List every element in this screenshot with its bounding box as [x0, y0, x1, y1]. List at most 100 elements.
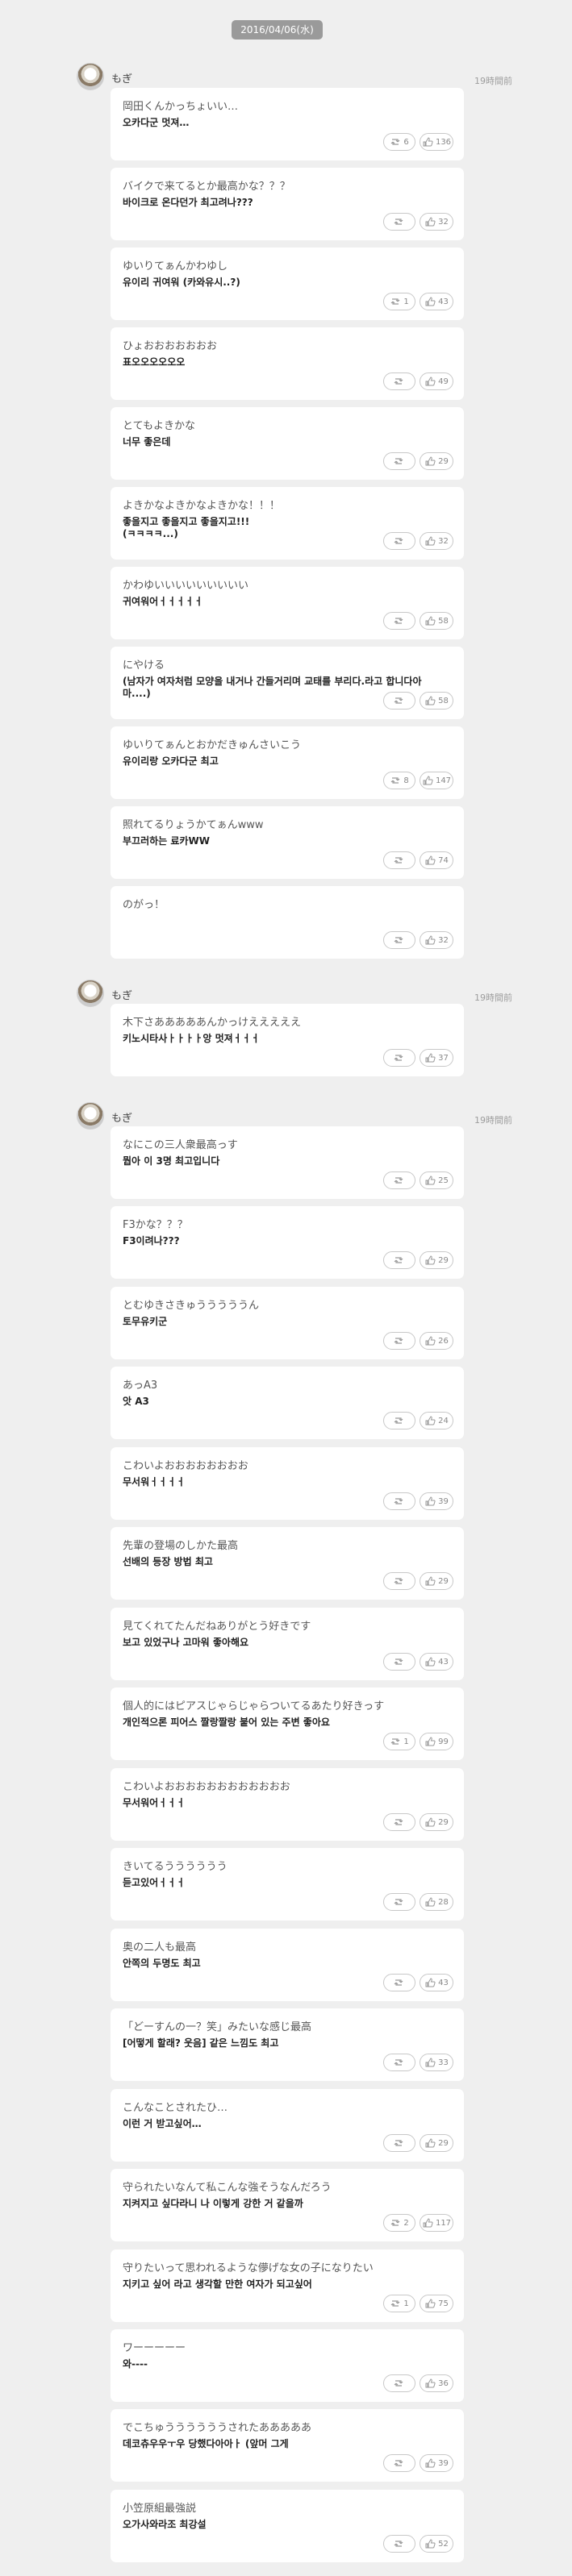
retweet-button[interactable] — [383, 2134, 415, 2152]
retweet-icon — [393, 1657, 404, 1667]
like-button[interactable]: 99 — [420, 1733, 453, 1750]
user-name[interactable]: もぎ — [111, 987, 132, 1002]
retweet-button[interactable] — [383, 931, 415, 949]
retweet-button[interactable] — [383, 612, 415, 630]
like-button[interactable]: 39 — [420, 2454, 453, 2472]
retweet-button[interactable] — [383, 2054, 415, 2071]
post-japanese-text: のがっ！ — [123, 899, 165, 911]
post-card: 照れてるりょうかてぁんwww 부끄러하는 료카WW 74 — [111, 806, 464, 879]
retweet-button[interactable]: 1 — [383, 293, 415, 310]
post-japanese-text: かわゆいいいいいいいいい — [123, 580, 249, 592]
like-icon — [424, 1416, 436, 1425]
retweet-button[interactable] — [383, 1332, 415, 1350]
like-button[interactable]: 36 — [420, 2374, 453, 2392]
user-name[interactable]: もぎ — [111, 70, 132, 85]
retweet-button[interactable] — [383, 2454, 415, 2472]
like-button[interactable]: 29 — [420, 1572, 453, 1590]
like-button[interactable]: 43 — [420, 1653, 453, 1671]
post-japanese-text: とむゆきさきゅうううううん — [123, 1300, 260, 1312]
like-button[interactable]: 28 — [420, 1893, 453, 1911]
retweet-count: 1 — [403, 2299, 409, 2308]
like-button[interactable]: 29 — [420, 1813, 453, 1831]
retweet-button[interactable] — [383, 532, 415, 550]
retweet-button[interactable]: 1 — [383, 2295, 415, 2312]
like-button[interactable]: 32 — [420, 532, 453, 550]
like-button[interactable]: 43 — [420, 293, 453, 310]
like-button[interactable]: 58 — [420, 612, 453, 630]
like-icon — [424, 456, 436, 466]
like-button[interactable]: 52 — [420, 2535, 453, 2553]
user-header: もぎ 19時間前 — [77, 63, 512, 90]
like-icon — [424, 1496, 436, 1506]
like-button[interactable]: 43 — [420, 1974, 453, 1991]
retweet-button[interactable] — [383, 1251, 415, 1269]
like-button[interactable]: 75 — [420, 2295, 453, 2312]
like-button[interactable]: 33 — [420, 2054, 453, 2071]
retweet-button[interactable]: 1 — [383, 1733, 415, 1750]
date-badge: 2016/04/06(水) — [232, 20, 323, 40]
like-button[interactable]: 29 — [420, 1251, 453, 1269]
retweet-button[interactable] — [383, 1492, 415, 1510]
retweet-button[interactable] — [383, 851, 415, 869]
retweet-button[interactable] — [383, 1974, 415, 1991]
retweet-button[interactable] — [383, 692, 415, 710]
retweet-icon — [393, 1817, 404, 1827]
like-count: 147 — [435, 776, 452, 785]
retweet-button[interactable]: 8 — [383, 772, 415, 789]
like-button[interactable]: 136 — [420, 133, 453, 151]
retweet-icon — [393, 696, 404, 705]
like-button[interactable]: 24 — [420, 1412, 453, 1429]
like-count: 36 — [438, 2378, 449, 2388]
retweet-icon — [393, 2539, 404, 2549]
like-icon — [424, 696, 436, 705]
like-button[interactable]: 32 — [420, 931, 453, 949]
retweet-button[interactable] — [383, 2535, 415, 2553]
like-button[interactable]: 117 — [420, 2214, 453, 2232]
like-count: 29 — [438, 456, 449, 466]
retweet-button[interactable]: 2 — [383, 2214, 415, 2232]
retweet-button[interactable]: 6 — [383, 133, 415, 151]
like-count: 26 — [438, 1336, 449, 1346]
retweet-button[interactable] — [383, 1572, 415, 1590]
like-count: 29 — [438, 1255, 449, 1265]
retweet-icon — [393, 536, 404, 546]
retweet-button[interactable] — [383, 2374, 415, 2392]
post-translation-text: 표오오오오오오 — [123, 356, 186, 368]
like-button[interactable]: 37 — [420, 1049, 453, 1067]
like-button[interactable]: 74 — [420, 851, 453, 869]
avatar[interactable] — [77, 1102, 104, 1130]
retweet-button[interactable] — [383, 452, 415, 470]
user-name[interactable]: もぎ — [111, 1109, 132, 1125]
retweet-button[interactable] — [383, 1171, 415, 1189]
retweet-button[interactable] — [383, 1813, 415, 1831]
retweet-icon — [390, 297, 401, 306]
like-button[interactable]: 29 — [420, 452, 453, 470]
like-button[interactable]: 26 — [420, 1332, 453, 1350]
retweet-button[interactable] — [383, 1049, 415, 1067]
retweet-button[interactable] — [383, 372, 415, 390]
like-icon — [422, 2218, 433, 2228]
retweet-icon — [393, 1176, 404, 1185]
like-button[interactable]: 39 — [420, 1492, 453, 1510]
post-japanese-text: 奥の二人も最高 — [123, 1941, 197, 1954]
retweet-icon — [393, 1336, 404, 1346]
retweet-button[interactable] — [383, 1653, 415, 1671]
like-count: 117 — [435, 2218, 452, 2228]
post-card: ゆいりてぁんかわゆし 유이리 귀여워 (카와유시..?) 1 43 — [111, 248, 464, 320]
like-button[interactable]: 147 — [420, 772, 453, 789]
retweet-button[interactable] — [383, 1893, 415, 1911]
like-icon — [424, 536, 436, 546]
retweet-button[interactable] — [383, 1412, 415, 1429]
like-button[interactable]: 32 — [420, 213, 453, 231]
like-button[interactable]: 58 — [420, 692, 453, 710]
retweet-button[interactable] — [383, 213, 415, 231]
like-count: 52 — [438, 2539, 449, 2549]
avatar[interactable] — [77, 63, 104, 90]
like-icon — [424, 1817, 436, 1827]
post-japanese-text: きいてるうううううう — [123, 1861, 228, 1873]
like-button[interactable]: 29 — [420, 2134, 453, 2152]
like-button[interactable]: 49 — [420, 372, 453, 390]
like-button[interactable]: 25 — [420, 1171, 453, 1189]
avatar[interactable] — [77, 980, 104, 1007]
post-translation-text: F3이려나??? — [123, 1235, 180, 1246]
